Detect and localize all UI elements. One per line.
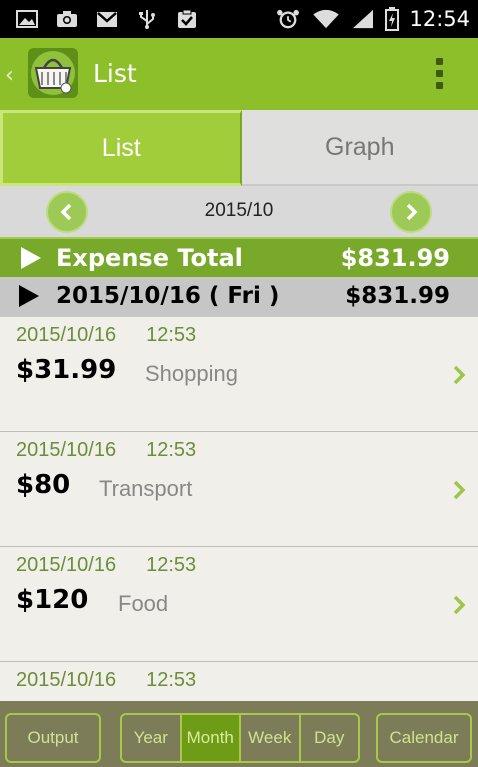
- tab-bar: List Graph: [0, 110, 478, 186]
- calendar-button[interactable]: Calendar: [376, 713, 472, 763]
- clipboard-check-icon: [178, 9, 196, 28]
- list-item[interactable]: 2015/10/16 12:53 $120 Food: [0, 547, 478, 662]
- chevron-right-icon: [453, 365, 466, 385]
- entry-date: 2015/10/16: [16, 439, 117, 461]
- month-navigator: 2015/10: [0, 186, 478, 237]
- back-chevron-icon[interactable]: ‹: [5, 63, 14, 88]
- entry-datetime: 2015/10/16 12:53: [16, 554, 196, 577]
- entry-time: 12:53: [146, 439, 197, 461]
- entry-date: 2015/10/16: [16, 324, 117, 346]
- entry-time: 12:53: [146, 324, 197, 346]
- entry-category: Shopping: [145, 361, 238, 386]
- play-triangle-icon: [19, 285, 39, 307]
- chevron-right-icon: [453, 595, 466, 615]
- list-item[interactable]: 2015/10/16 12:53: [0, 662, 478, 701]
- entry-category: Food: [118, 591, 169, 616]
- tab-list[interactable]: List: [0, 110, 242, 186]
- entry-amount: $80: [16, 470, 71, 500]
- next-month-button[interactable]: [390, 191, 432, 233]
- status-bar: 12:54: [0, 0, 478, 38]
- chevron-right-icon: [453, 480, 466, 500]
- period-year-button[interactable]: Year: [122, 715, 182, 761]
- list-item[interactable]: 2015/10/16 12:53 $31.99 Shopping: [0, 317, 478, 432]
- entry-datetime: 2015/10/16 12:53: [16, 324, 196, 347]
- period-selector: Year Month Week Day: [120, 713, 360, 763]
- action-bar: ‹ List: [0, 38, 478, 110]
- period-week-button[interactable]: Week: [241, 715, 301, 761]
- expense-total-label: Expense Total: [56, 244, 243, 272]
- bottom-toolbar: Output Year Month Week Day Calendar: [0, 701, 478, 767]
- gmail-icon: [97, 12, 117, 27]
- entry-date: 2015/10/16: [16, 669, 117, 691]
- entry-category: Transport: [99, 476, 193, 501]
- page-title: List: [93, 59, 137, 88]
- output-button[interactable]: Output: [5, 713, 101, 763]
- period-month-button[interactable]: Month: [181, 715, 241, 761]
- tab-graph[interactable]: Graph: [241, 110, 478, 186]
- image-icon: [16, 10, 38, 28]
- signal-icon: [353, 9, 374, 29]
- entry-amount: $31.99: [16, 355, 117, 385]
- expense-total-amount: $831.99: [340, 244, 450, 272]
- wifi-icon: [313, 9, 340, 29]
- entry-time: 12:53: [146, 554, 197, 576]
- usb-icon: [139, 10, 155, 29]
- day-group-amount: $831.99: [345, 283, 450, 309]
- entry-time: 12:53: [146, 669, 197, 691]
- expense-list: 2015/10/16 12:53 $31.99 Shopping 2015/10…: [0, 317, 478, 701]
- overflow-menu-icon[interactable]: [436, 58, 444, 92]
- play-triangle-icon: [21, 247, 41, 269]
- entry-datetime: 2015/10/16 12:53: [16, 439, 196, 462]
- day-group-date: 2015/10/16 ( Fri ): [56, 283, 280, 309]
- chevron-right-icon: [406, 203, 418, 221]
- app-basket-icon[interactable]: [28, 48, 78, 98]
- alarm-icon: [277, 9, 300, 29]
- entry-amount: $120: [16, 585, 89, 615]
- period-day-button[interactable]: Day: [301, 715, 359, 761]
- list-item[interactable]: 2015/10/16 12:53 $80 Transport: [0, 432, 478, 547]
- camera-icon: [57, 11, 77, 27]
- battery-icon: [385, 7, 400, 31]
- expense-total-bar[interactable]: Expense Total $831.99: [0, 237, 478, 277]
- entry-datetime: 2015/10/16 12:53: [16, 669, 196, 692]
- status-time: 12:54: [409, 7, 470, 31]
- entry-date: 2015/10/16: [16, 554, 117, 576]
- day-group-header[interactable]: 2015/10/16 ( Fri ) $831.99: [0, 277, 478, 317]
